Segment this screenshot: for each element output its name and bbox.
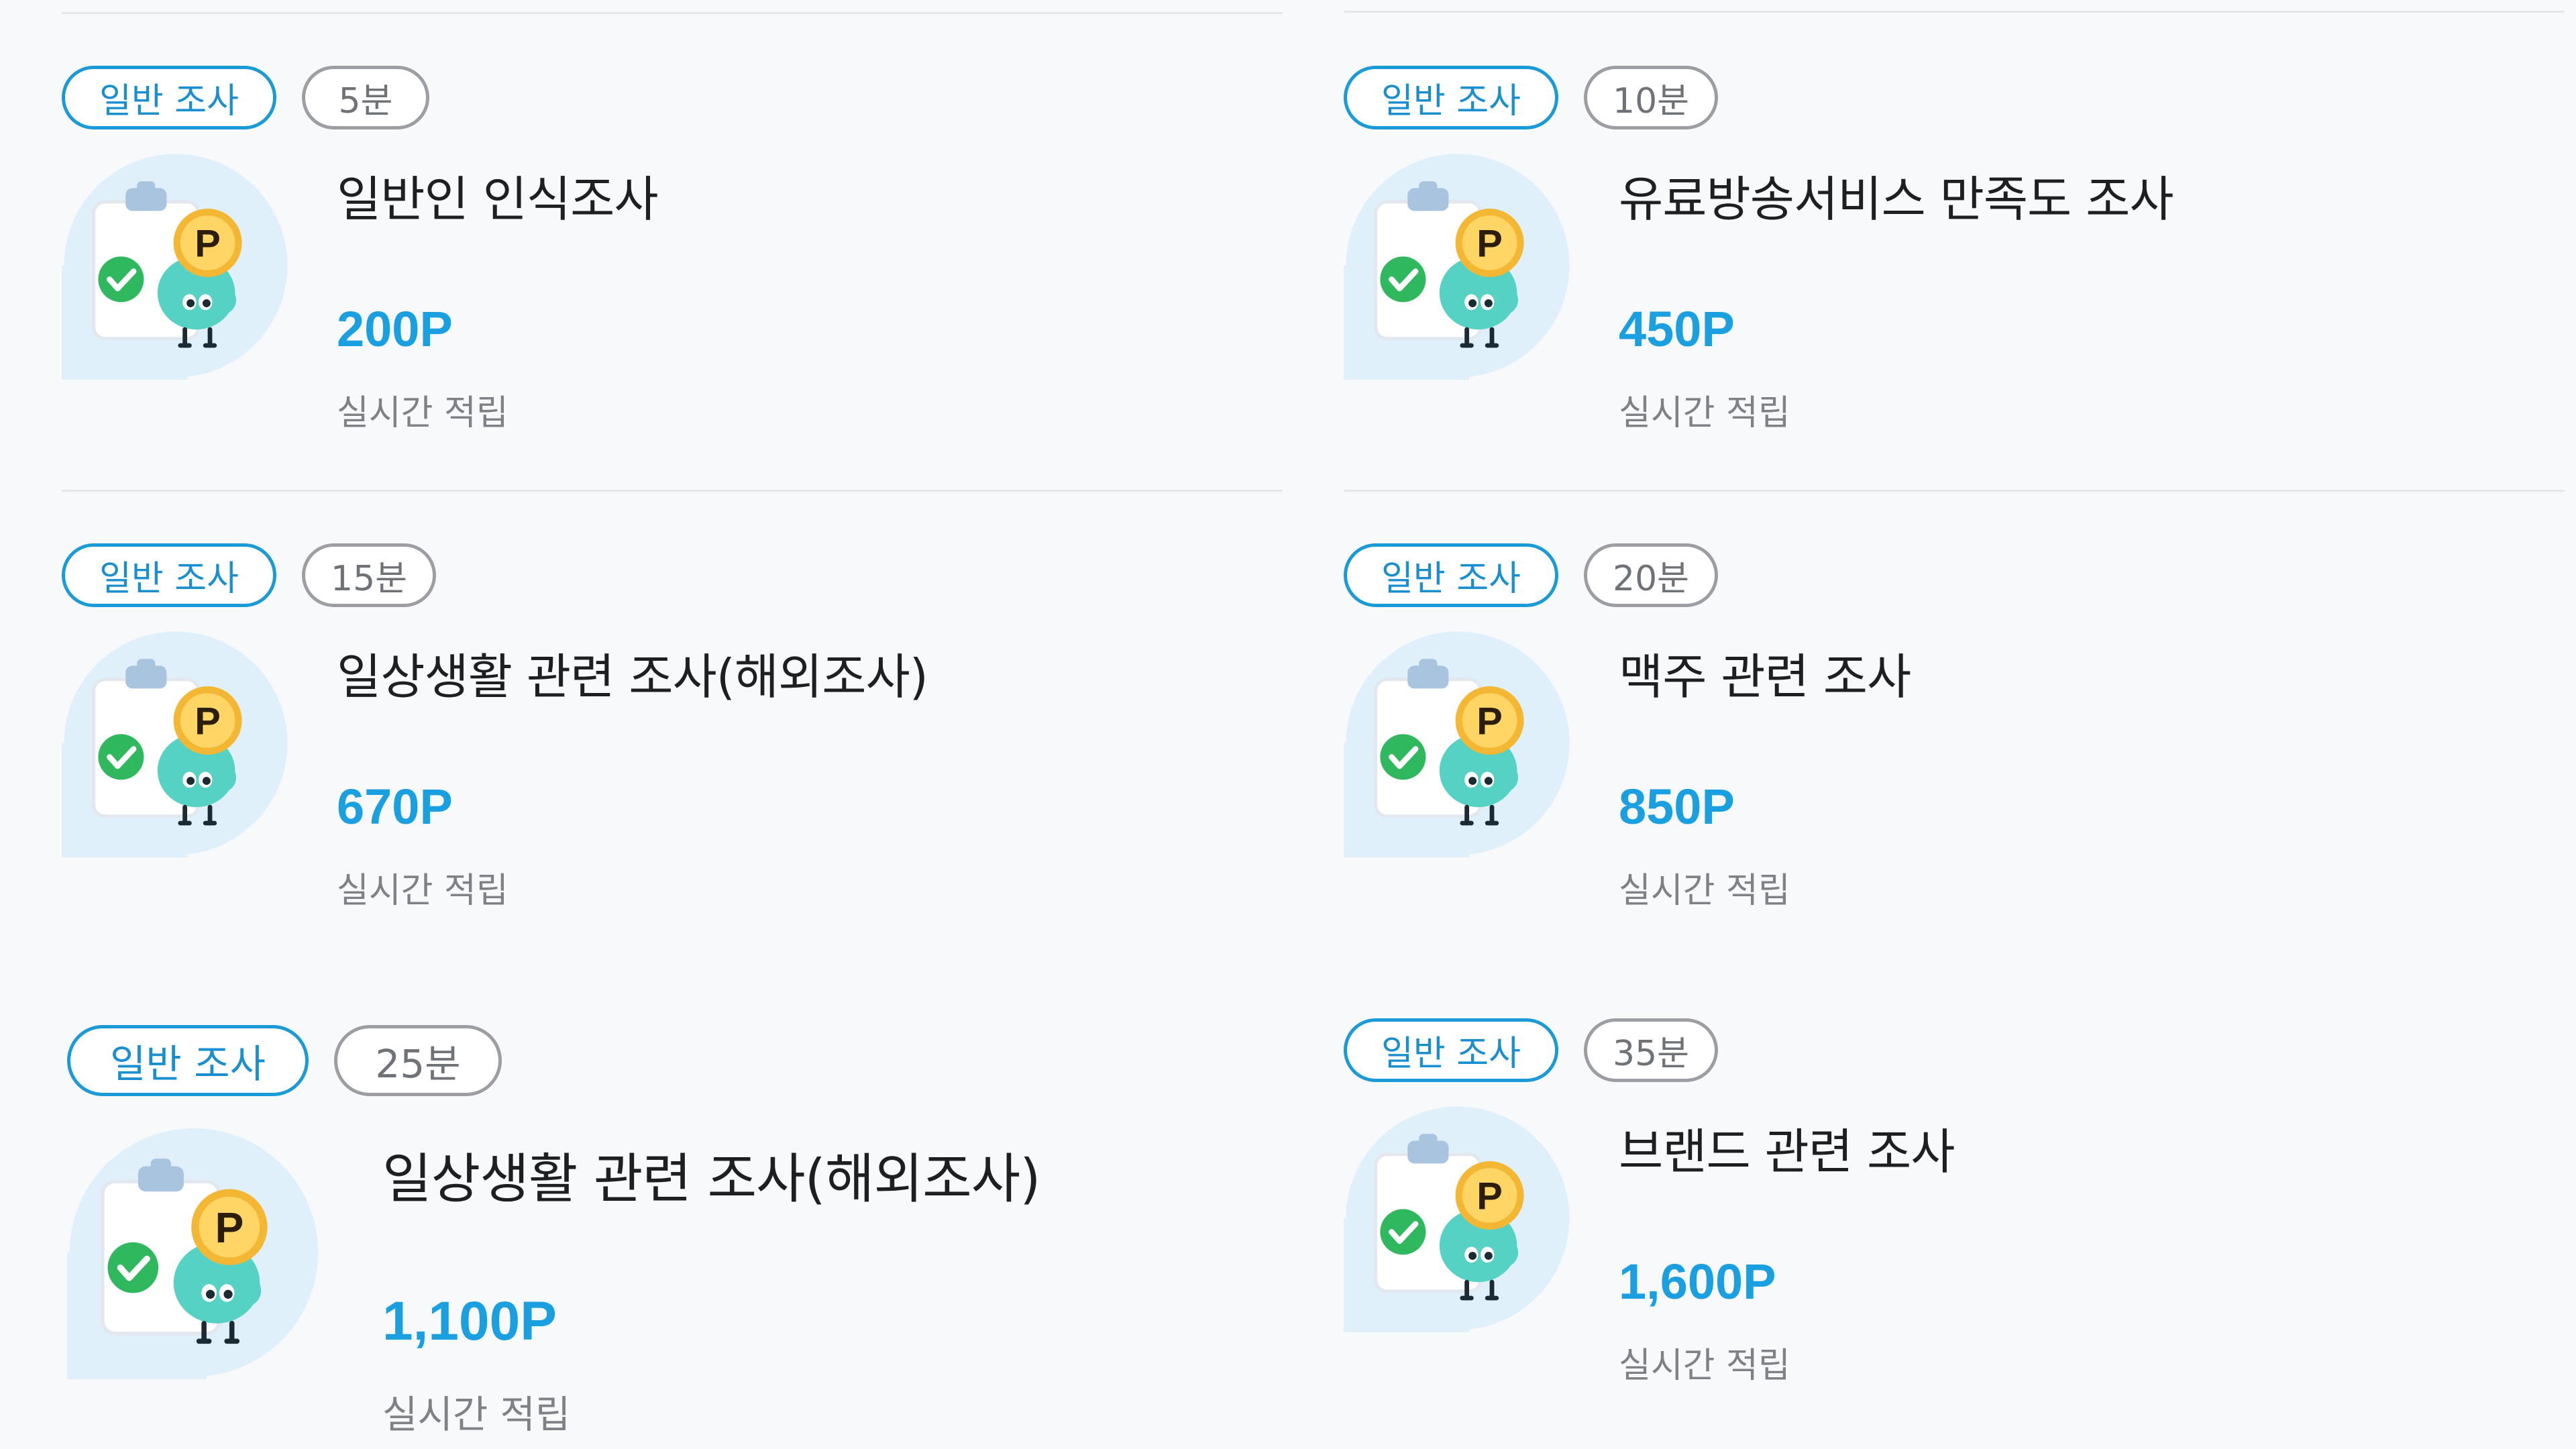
survey-title: 유료방송서비스 만족도 조사	[1619, 171, 2174, 227]
survey-type-badge: 일반 조사	[1344, 543, 1558, 607]
survey-type-badge: 일반 조사	[62, 543, 276, 607]
survey-list: 일반 조사 5분 P 일반인 인식조사 200P 실시간 적립 일반 조사 10…	[0, 0, 2576, 1449]
divider	[62, 490, 1283, 492]
reward-points: 850P	[1619, 779, 1735, 835]
duration-badge: 25분	[334, 1025, 502, 1096]
survey-title: 맥주 관련 조사	[1619, 649, 1911, 705]
survey-type-badge: 일반 조사	[1344, 1018, 1558, 1082]
svg-text:P: P	[195, 222, 221, 265]
reward-note: 실시간 적립	[1619, 393, 1790, 433]
survey-card[interactable]: 일반 조사 15분 P 일상생활 관련 조사(해외조사) 670P 실시간 적립	[62, 543, 1289, 959]
reward-points: 450P	[1619, 301, 1735, 357]
reward-points: 200P	[337, 301, 453, 357]
reward-note: 실시간 적립	[1619, 1346, 1790, 1386]
reward-note: 실시간 적립	[337, 393, 508, 433]
reward-points: 1,100P	[382, 1291, 557, 1352]
svg-text:P: P	[1477, 700, 1503, 743]
survey-card[interactable]: 일반 조사 10분 P 유료방송서비스 만족도 조사 450P 실시간 적립	[1344, 66, 2571, 482]
survey-card[interactable]: 일반 조사 20분 P 맥주 관련 조사 850P 실시간 적립	[1344, 543, 2571, 959]
survey-type-badge: 일반 조사	[67, 1025, 309, 1096]
divider	[1344, 11, 2565, 13]
duration-badge: 5분	[302, 66, 429, 129]
survey-title: 일반인 인식조사	[337, 171, 659, 227]
survey-thumbnail-icon: P	[62, 629, 290, 857]
reward-points: 1,600P	[1619, 1254, 1776, 1309]
divider	[1344, 490, 2565, 492]
survey-card[interactable]: 일반 조사 35분 P 브랜드 관련 조사 1,600P 실시간 적립	[1344, 1018, 2571, 1434]
survey-thumbnail-icon: P	[62, 152, 290, 380]
survey-title: 일상생활 관련 조사(해외조사)	[382, 1148, 1040, 1210]
survey-thumbnail-icon: P	[1344, 1104, 1572, 1332]
survey-title: 브랜드 관련 조사	[1619, 1124, 1955, 1180]
survey-thumbnail-icon: P	[1344, 152, 1572, 380]
duration-badge: 20분	[1584, 543, 1719, 607]
svg-text:P: P	[215, 1203, 244, 1252]
duration-badge: 10분	[1584, 66, 1719, 129]
reward-note: 실시간 적립	[337, 871, 508, 911]
reward-note: 실시간 적립	[382, 1393, 571, 1437]
survey-type-badge: 일반 조사	[62, 66, 276, 129]
survey-thumbnail-icon: P	[67, 1126, 321, 1379]
survey-type-badge: 일반 조사	[1344, 66, 1558, 129]
divider	[62, 12, 1283, 14]
svg-text:P: P	[1477, 222, 1503, 265]
duration-badge: 15분	[302, 543, 437, 607]
survey-card[interactable]: 일반 조사 5분 P 일반인 인식조사 200P 실시간 적립	[62, 66, 1289, 482]
reward-points: 670P	[337, 779, 453, 835]
svg-text:P: P	[195, 700, 221, 743]
duration-badge: 35분	[1584, 1018, 1719, 1082]
survey-title: 일상생활 관련 조사(해외조사)	[337, 649, 928, 705]
svg-text:P: P	[1477, 1175, 1503, 1218]
survey-thumbnail-icon: P	[1344, 629, 1572, 857]
survey-card[interactable]: 일반 조사 25분 P 일상생활 관련 조사(해외조사) 1,100P 실시간 …	[67, 1025, 1295, 1441]
reward-note: 실시간 적립	[1619, 871, 1790, 911]
